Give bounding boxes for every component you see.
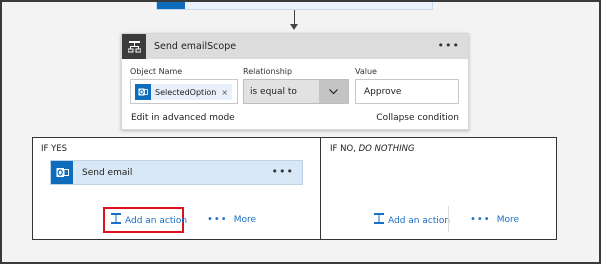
add-action-label-yes: Add an action (125, 216, 188, 226)
relationship-select[interactable]: is equal to (243, 79, 349, 104)
branch-divider (320, 138, 321, 239)
relationship-label: Relationship (243, 67, 293, 76)
send-email-card[interactable]: Send email ••• (50, 160, 303, 185)
more-dots-icon: ••• (470, 214, 491, 225)
object-token[interactable]: SelectedOption × (135, 84, 233, 100)
token-remove-icon[interactable]: × (221, 88, 228, 97)
object-name-label: Object Name (130, 67, 183, 76)
send-email-menu-button[interactable]: ••• (272, 166, 294, 177)
add-action-button-yes[interactable]: Add an action (110, 211, 187, 226)
previous-step-card[interactable] (156, 0, 433, 10)
add-action-label-no: Add an action (388, 216, 451, 226)
add-action-icon (373, 212, 385, 226)
more-label-yes: More (233, 214, 257, 225)
condition-header[interactable]: Send emailScope ••• (122, 34, 468, 59)
if-no-prefix: IF NO, (330, 144, 356, 154)
more-label-no: More (496, 214, 520, 225)
edit-advanced-mode-link[interactable]: Edit in advanced mode (131, 113, 235, 123)
condition-title: Send emailScope (154, 41, 237, 52)
value-label: Value (355, 67, 377, 76)
if-yes-label: IF YES (41, 144, 68, 154)
outlook-icon (51, 161, 73, 184)
object-token-label: SelectedOption (155, 87, 217, 97)
more-dots-icon: ••• (207, 214, 228, 225)
if-no-label: IF NO, DO NOTHING (330, 144, 415, 154)
condition-menu-button[interactable]: ••• (438, 40, 460, 51)
condition-icon (122, 34, 146, 59)
if-no-emphasis: DO NOTHING (358, 144, 415, 154)
value-text: Approve (364, 87, 402, 97)
collapse-condition-link[interactable]: Collapse condition (376, 113, 459, 123)
outlook-icon (135, 84, 151, 100)
more-button-no[interactable]: ••• More (470, 214, 519, 225)
branches-container: IF YES IF NO, DO NOTHING Send email ••• … (32, 137, 557, 240)
condition-card: Send emailScope ••• Object Name Relation… (121, 33, 469, 130)
connector-arrow-icon (290, 24, 298, 30)
object-name-field[interactable]: SelectedOption × (130, 79, 238, 104)
relationship-value: is equal to (250, 87, 297, 97)
send-email-title: Send email (82, 168, 133, 178)
action-separator (448, 206, 449, 232)
add-action-icon (110, 212, 122, 226)
value-input[interactable]: Approve (355, 79, 459, 104)
more-button-yes[interactable]: ••• More (207, 214, 256, 225)
previous-step-icon (157, 0, 185, 9)
chevron-down-icon[interactable] (319, 80, 348, 103)
add-action-button-no[interactable]: Add an action (373, 211, 450, 226)
